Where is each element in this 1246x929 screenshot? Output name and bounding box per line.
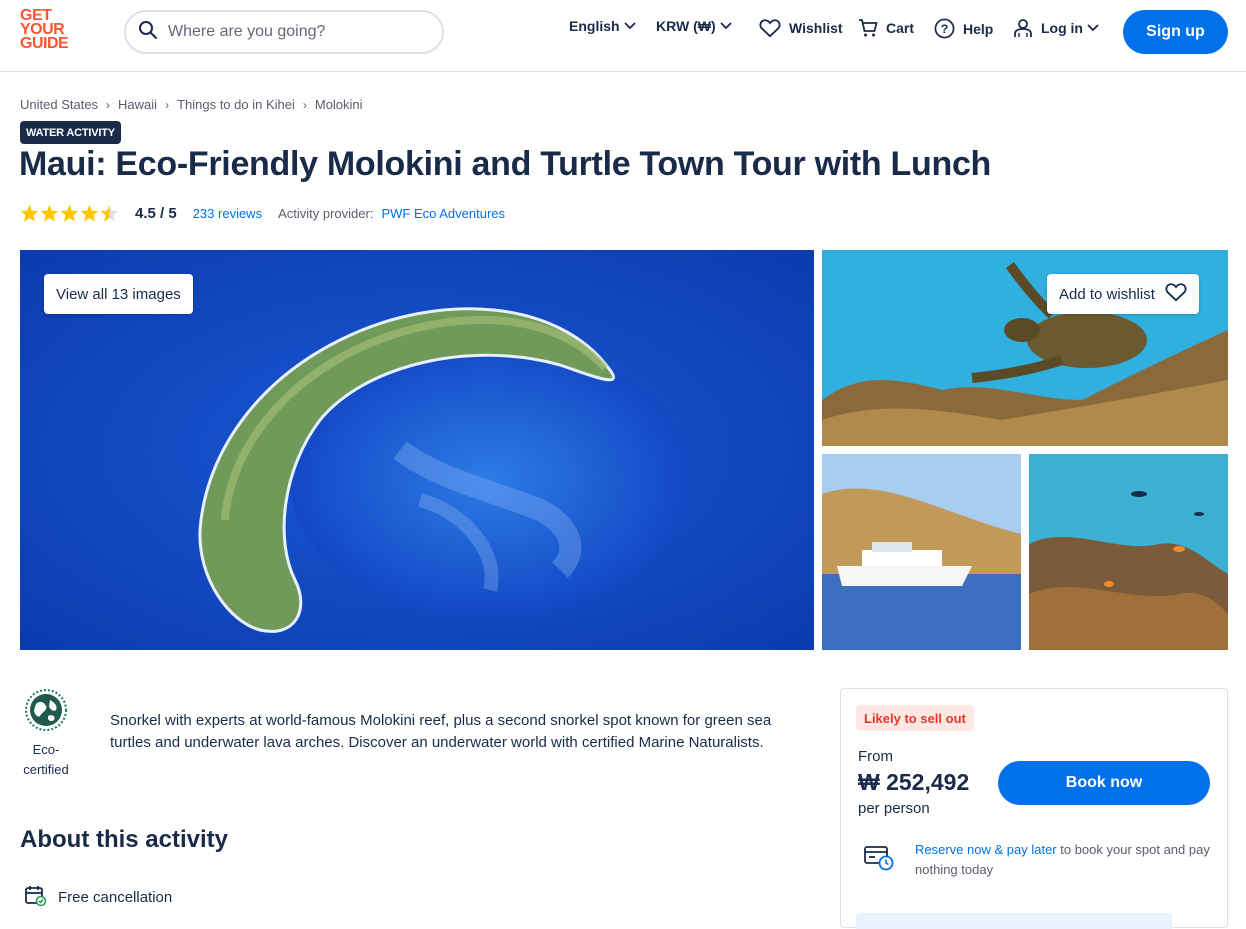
breadcrumb-separator: ›: [106, 97, 111, 112]
gallery-reef-image[interactable]: [1029, 454, 1228, 650]
likely-to-sell-out-badge: Likely to sell out: [856, 705, 974, 731]
login-label: Log in: [1041, 20, 1083, 36]
eco-label-line-2: certified: [23, 762, 69, 777]
heart-icon: [1165, 282, 1187, 306]
breadcrumb-separator: ›: [165, 97, 170, 112]
reviews-link[interactable]: 233 reviews: [193, 206, 262, 221]
star-icon: [20, 204, 39, 222]
page-title: Maui: Eco-Friendly Molokini and Turtle T…: [19, 145, 992, 183]
breadcrumb-item-country[interactable]: United States: [20, 97, 98, 112]
cart-icon: [858, 18, 878, 38]
breadcrumb-item-city[interactable]: Things to do in Kihei: [177, 97, 295, 112]
card-clock-icon: [863, 841, 895, 880]
star-icon: [80, 204, 99, 222]
language-selector[interactable]: English: [569, 18, 636, 34]
rating-stars: [20, 204, 119, 222]
calendar-check-icon: [24, 884, 47, 910]
login-menu[interactable]: Log in: [1013, 18, 1099, 38]
eco-label-line-1: Eco-: [32, 742, 60, 757]
star-icon: [60, 204, 79, 222]
rating-row: 4.5 / 5 233 reviews Activity provider: P…: [20, 204, 505, 222]
user-icon: [1013, 18, 1033, 38]
language-label: English: [569, 18, 620, 34]
breadcrumb-item-state[interactable]: Hawaii: [118, 97, 157, 112]
cart-label: Cart: [886, 20, 915, 36]
booking-card: Likely to sell out From ₩ 252,492 per pe…: [840, 688, 1228, 929]
price-value: ₩ 252,492: [858, 769, 970, 795]
reserve-text: Reserve now & pay later to book your spo…: [915, 840, 1215, 880]
getyourguide-logo[interactable]: GET YOUR GUIDE: [20, 8, 78, 52]
logo-line-3: GUIDE: [20, 35, 69, 52]
breadcrumb-separator: ›: [302, 97, 307, 112]
gallery-boat-image[interactable]: [822, 454, 1021, 650]
free-cancellation-label: Free cancellation: [58, 888, 173, 906]
price-per-label: per person: [858, 800, 930, 817]
cart-link[interactable]: Cart: [858, 18, 914, 38]
about-item-free-cancellation: Free cancellation: [24, 884, 172, 910]
eco-globe-icon: [24, 688, 68, 732]
reserve-now-link[interactable]: Reserve now & pay later: [915, 842, 1057, 857]
currency-label: KRW (₩): [656, 18, 716, 34]
provider-link[interactable]: PWF Eco Adventures: [381, 206, 505, 221]
chevron-down-icon: [1087, 24, 1099, 32]
help-link[interactable]: ? Help: [934, 18, 993, 39]
book-now-button[interactable]: Book now: [998, 761, 1210, 805]
category-badge: WATER ACTIVITY: [20, 121, 121, 144]
activity-summary: Snorkel with experts at world-famous Mol…: [110, 712, 772, 751]
signup-button[interactable]: Sign up: [1123, 10, 1228, 54]
provider-label: Activity provider:: [278, 205, 374, 221]
add-to-wishlist-button[interactable]: Add to wishlist: [1047, 274, 1199, 314]
help-label: Help: [963, 20, 994, 37]
search-icon: [138, 20, 158, 45]
view-all-images-button[interactable]: View all 13 images: [44, 274, 193, 314]
reserve-now-pay-later: Reserve now & pay later to book your spo…: [863, 841, 1215, 880]
help-icon: ?: [934, 18, 955, 39]
breadcrumb: United States › Hawaii › Things to do in…: [20, 97, 363, 112]
booking-card-next-section: [856, 913, 1172, 929]
eco-certified-badge: Eco- certified: [20, 688, 72, 780]
heart-icon: [759, 18, 781, 38]
star-icon: [40, 204, 59, 222]
svg-text:?: ?: [941, 22, 949, 36]
currency-selector[interactable]: KRW (₩): [656, 18, 732, 34]
breadcrumb-item-location[interactable]: Molokini: [315, 97, 363, 112]
site-header: GET YOUR GUIDE English KRW (₩) Wishlist …: [0, 0, 1246, 72]
search-input[interactable]: [168, 23, 418, 41]
half-star-icon: [100, 204, 119, 222]
add-to-wishlist-label: Add to wishlist: [1059, 285, 1155, 303]
wishlist-label: Wishlist: [789, 20, 843, 36]
price-from-label: From: [858, 748, 893, 765]
wishlist-link[interactable]: Wishlist: [759, 18, 843, 38]
rating-score: 4.5 / 5: [135, 204, 177, 222]
chevron-down-icon: [623, 22, 636, 30]
about-heading: About this activity: [20, 826, 229, 853]
chevron-down-icon: [719, 22, 732, 30]
search-bar[interactable]: [124, 10, 444, 54]
